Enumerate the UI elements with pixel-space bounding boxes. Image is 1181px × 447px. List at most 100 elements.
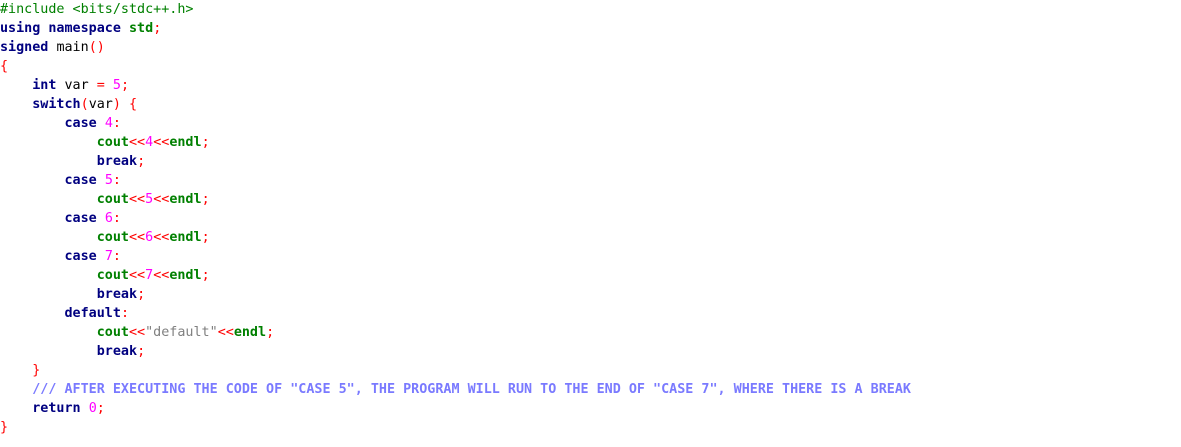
code-line: case 7: xyxy=(0,247,911,266)
preprocessor-directive: #include <bits/stdc++.h> xyxy=(0,2,194,17)
code-line: cout<<4<<endl; xyxy=(0,133,911,152)
operator-punctuation: : xyxy=(120,306,129,321)
operator-punctuation: ; xyxy=(201,192,210,207)
keyword: break xyxy=(96,344,138,359)
code-editor[interactable]: #include <bits/stdc++.h> using namespace … xyxy=(0,0,1181,447)
identifier: var xyxy=(88,97,113,112)
operator-punctuation: ; xyxy=(201,230,210,245)
std-identifier: cout xyxy=(96,192,129,207)
operator-punctuation: << xyxy=(153,268,170,283)
operator-punctuation: ) xyxy=(112,97,121,112)
std-identifier: cout xyxy=(96,325,129,340)
operator-punctuation: << xyxy=(129,268,146,283)
std-identifier: std xyxy=(129,21,154,36)
identifier: var xyxy=(64,78,89,93)
keyword: break xyxy=(96,287,138,302)
operator-punctuation: ; xyxy=(137,154,146,169)
std-identifier: endl xyxy=(169,135,202,150)
keyword: namespace xyxy=(48,21,121,36)
number-literal: 5 xyxy=(104,173,113,188)
operator-punctuation: << xyxy=(153,135,170,150)
std-identifier: cout xyxy=(96,230,129,245)
std-identifier: endl xyxy=(169,230,202,245)
std-identifier: endl xyxy=(169,268,202,283)
keyword: int xyxy=(32,78,57,93)
operator-punctuation: << xyxy=(129,192,146,207)
keyword: return xyxy=(32,401,81,416)
operator-punctuation: ; xyxy=(153,21,162,36)
keyword: break xyxy=(96,154,138,169)
operator-punctuation: () xyxy=(88,40,105,55)
operator-punctuation: ; xyxy=(266,325,275,340)
operator-punctuation: ; xyxy=(137,344,146,359)
keyword: case xyxy=(64,249,97,264)
code-line: cout<<6<<endl; xyxy=(0,228,911,247)
number-literal: 5 xyxy=(145,192,154,207)
keyword: case xyxy=(64,211,97,226)
std-identifier: cout xyxy=(96,268,129,283)
number-literal: 0 xyxy=(88,401,97,416)
string-literal: "default" xyxy=(145,325,218,340)
code-line: cout<<5<<endl; xyxy=(0,190,911,209)
operator-punctuation: << xyxy=(129,135,146,150)
code-line: } xyxy=(0,418,911,437)
operator-punctuation: : xyxy=(112,211,121,226)
operator-punctuation: << xyxy=(153,192,170,207)
code-line: /// AFTER EXECUTING THE CODE OF "CASE 5"… xyxy=(0,380,911,399)
operator-punctuation: } xyxy=(0,420,9,435)
code-line: } xyxy=(0,361,911,380)
code-line: break; xyxy=(0,152,911,171)
std-identifier: endl xyxy=(233,325,267,340)
operator-punctuation: : xyxy=(112,249,121,264)
code-line: case 6: xyxy=(0,209,911,228)
operator-punctuation: ; xyxy=(201,135,210,150)
code-line: return 0; xyxy=(0,399,911,418)
operator-punctuation: } xyxy=(32,363,41,378)
code-line: case 4: xyxy=(0,114,911,133)
operator-punctuation: ; xyxy=(96,401,105,416)
code-text-area[interactable]: #include <bits/stdc++.h> using namespace … xyxy=(0,0,911,437)
std-identifier: endl xyxy=(169,192,202,207)
number-literal: 6 xyxy=(104,211,113,226)
keyword: case xyxy=(64,173,97,188)
operator-punctuation: ; xyxy=(120,78,129,93)
code-line: default: xyxy=(0,304,911,323)
code-line: signed main() xyxy=(0,38,911,57)
keyword: using xyxy=(0,21,41,36)
number-literal: 4 xyxy=(104,116,113,131)
number-literal: 7 xyxy=(104,249,113,264)
operator-punctuation: << xyxy=(217,325,234,340)
code-line: cout<<7<<endl; xyxy=(0,266,911,285)
keyword: case xyxy=(64,116,97,131)
doc-comment: /// AFTER EXECUTING THE CODE OF "CASE 5"… xyxy=(32,382,911,397)
operator-punctuation: << xyxy=(153,230,170,245)
operator-punctuation: ( xyxy=(80,97,89,112)
keyword: switch xyxy=(32,97,81,112)
number-literal: 7 xyxy=(145,268,154,283)
code-line: switch(var) { xyxy=(0,95,911,114)
code-line: { xyxy=(0,57,911,76)
operator-punctuation: : xyxy=(112,173,121,188)
